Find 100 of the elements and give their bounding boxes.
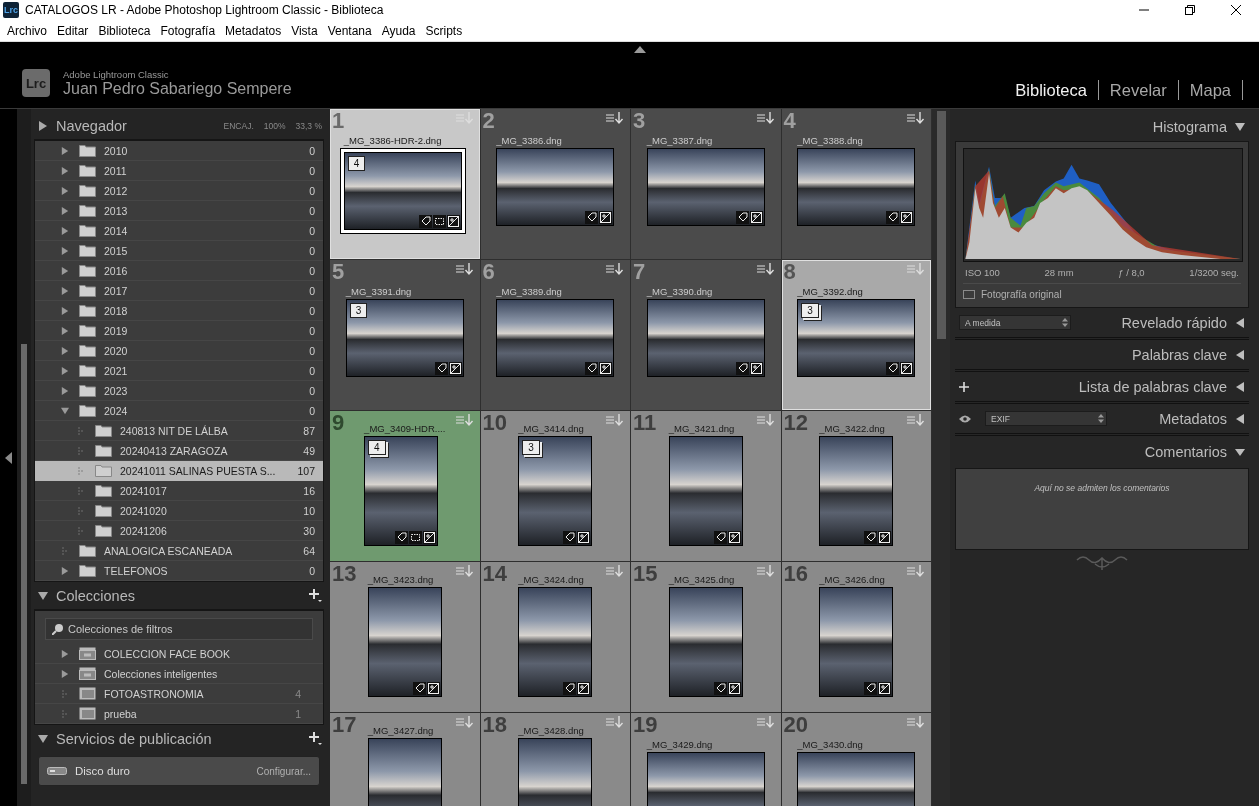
folder-row[interactable]: 2015 0 — [35, 241, 323, 261]
scrollbar-thumb[interactable] — [936, 111, 946, 339]
zoom-option[interactable]: 100% — [263, 120, 286, 131]
menu-item[interactable]: Metadatos — [220, 23, 287, 38]
triangle-icon[interactable] — [61, 266, 69, 275]
cell-menu-icon[interactable] — [606, 112, 626, 126]
cell-menu-icon[interactable] — [756, 565, 777, 579]
cell-menu-icon[interactable] — [756, 414, 777, 428]
thumbnail-cell[interactable]: 11 _MG_3421.dng — [631, 411, 782, 562]
configure-link[interactable]: Configurar... — [256, 765, 311, 777]
folder-row[interactable]: 20241017 16 — [35, 481, 323, 501]
folder-row[interactable]: 20241206 30 — [35, 521, 323, 541]
cell-menu-icon[interactable] — [455, 263, 476, 277]
triangle-icon[interactable] — [61, 206, 69, 215]
collapse-arrow-icon[interactable] — [5, 451, 12, 464]
triangle-icon[interactable] — [61, 246, 69, 255]
thumbnail-cell[interactable]: 17 _MG_3427.dng — [330, 713, 481, 806]
triangle-icon[interactable] — [1235, 349, 1245, 360]
thumbnail-cell[interactable]: 18 _MG_3428.dng — [480, 713, 631, 806]
cell-menu-icon[interactable] — [756, 112, 777, 126]
menu-item[interactable]: Scripts — [420, 23, 468, 38]
publish-service-button[interactable]: Disco duro Configurar... — [38, 756, 320, 786]
menu-item[interactable]: Vista — [286, 23, 323, 38]
triangle-icon[interactable] — [1235, 381, 1245, 392]
triangle-icon[interactable] — [38, 590, 48, 601]
stack-badge[interactable]: 4 — [368, 440, 386, 455]
folder-row[interactable]: 2010 0 — [35, 141, 323, 161]
triangle-icon[interactable] — [1235, 317, 1245, 328]
collapse-arrow-icon[interactable] — [634, 46, 646, 53]
thumbnail-cell[interactable]: 7 _MG_3390.dng — [631, 260, 782, 411]
collection-row[interactable]: FOTOASTRONOMIA 4 — [35, 684, 323, 704]
cell-menu-icon[interactable] — [606, 414, 626, 428]
thumbnail-cell[interactable]: 2 _MG_3386.dng — [480, 109, 631, 260]
stack-badge[interactable]: 3 — [349, 303, 368, 318]
triangle-icon[interactable] — [61, 566, 69, 575]
folder-row[interactable]: 2017 0 — [35, 281, 323, 301]
triangle-icon[interactable] — [1235, 447, 1245, 457]
thumbnail-cell[interactable]: 8 _MG_3392.dng 3 — [781, 260, 932, 411]
stack-badge[interactable]: 3 — [801, 303, 819, 318]
folder-row[interactable]: 20241020 10 — [35, 501, 323, 521]
folder-row[interactable]: 2024 0 — [35, 401, 323, 421]
cell-menu-icon[interactable] — [606, 716, 626, 730]
triangle-icon[interactable] — [61, 146, 69, 155]
plus-icon[interactable] — [309, 732, 322, 745]
collection-row[interactable]: prueba 1 — [35, 704, 323, 724]
triangle-icon[interactable] — [1235, 122, 1245, 132]
cell-menu-icon[interactable] — [756, 716, 777, 730]
collection-row[interactable]: COLECCION FACE BOOK — [35, 644, 323, 664]
stack-badge[interactable]: 3 — [522, 440, 540, 455]
thumbnail-cell[interactable]: 13 _MG_3423.dng — [330, 562, 481, 713]
folder-row[interactable]: 2018 0 — [35, 301, 323, 321]
module-tab[interactable]: Biblioteca — [1004, 80, 1099, 100]
menu-item[interactable]: Editar — [52, 23, 94, 38]
triangle-icon[interactable] — [61, 166, 69, 175]
module-tab[interactable]: Mapa — [1178, 80, 1243, 100]
menu-item[interactable]: Ventana — [322, 23, 377, 38]
thumbnail-cell[interactable]: 16 _MG_3426.dng — [781, 562, 932, 713]
thumbnail-cell[interactable]: 9 _MG_3409-HDR.... 4 — [330, 411, 481, 562]
triangle-icon[interactable] — [1235, 413, 1245, 424]
triangle-icon[interactable] — [38, 120, 48, 131]
folder-row[interactable]: 2020 0 — [35, 341, 323, 361]
thumbnail-cell[interactable]: 12 _MG_3422.dng — [781, 411, 932, 562]
cell-menu-icon[interactable] — [455, 716, 476, 730]
cell-menu-icon[interactable] — [907, 565, 927, 579]
triangle-icon[interactable] — [61, 226, 69, 235]
folder-row[interactable]: 20241011 SALINAS PUESTA S... 107 — [35, 461, 323, 481]
thumbnail-cell[interactable]: 10 _MG_3414.dng 3 — [480, 411, 631, 562]
menu-item[interactable]: Ayuda — [376, 23, 421, 38]
folder-row[interactable]: 2012 0 — [35, 181, 323, 201]
triangle-icon[interactable] — [61, 306, 69, 315]
cell-menu-icon[interactable] — [606, 565, 626, 579]
folder-row[interactable]: 2021 0 — [35, 361, 323, 381]
cell-menu-icon[interactable] — [606, 263, 626, 277]
triangle-icon[interactable] — [61, 346, 69, 355]
eye-icon[interactable] — [959, 414, 971, 423]
triangle-icon[interactable] — [61, 669, 69, 678]
triangle-icon[interactable] — [61, 326, 69, 335]
plus-icon[interactable] — [959, 381, 969, 392]
scrollbar-thumb[interactable] — [21, 344, 27, 784]
folder-row[interactable]: 2019 0 — [35, 321, 323, 341]
thumbnail-cell[interactable]: 4 _MG_3388.dng — [781, 109, 932, 260]
module-tab[interactable]: Revelar — [1098, 80, 1179, 100]
cell-menu-icon[interactable] — [455, 414, 476, 428]
collection-row[interactable]: Colecciones inteligentes — [35, 664, 323, 684]
thumbnail-cell[interactable]: 19 _MG_3429.dng — [631, 713, 782, 806]
folder-row[interactable]: 2016 0 — [35, 261, 323, 281]
menu-item[interactable]: Fotografía — [155, 23, 221, 38]
folder-row[interactable]: 2023 0 — [35, 381, 323, 401]
filter-field[interactable]: Colecciones de filtros — [45, 618, 313, 640]
stack-badge[interactable]: 4 — [347, 156, 366, 171]
cell-menu-icon[interactable] — [907, 112, 927, 126]
triangle-icon[interactable] — [61, 286, 69, 295]
folder-row[interactable]: 240813 NIT DE LÁLBA 87 — [35, 421, 323, 441]
preset-select[interactable]: A medida — [959, 315, 1071, 330]
cell-menu-icon[interactable] — [907, 263, 927, 277]
cell-menu-icon[interactable] — [455, 565, 476, 579]
folder-row[interactable]: ANALOGICA ESCANEADA 64 — [35, 541, 323, 561]
triangle-icon[interactable] — [61, 186, 69, 195]
cell-menu-icon[interactable] — [907, 414, 927, 428]
thumbnail-cell[interactable]: 1 _MG_3386-HDR-2.dng 4 — [330, 109, 481, 260]
